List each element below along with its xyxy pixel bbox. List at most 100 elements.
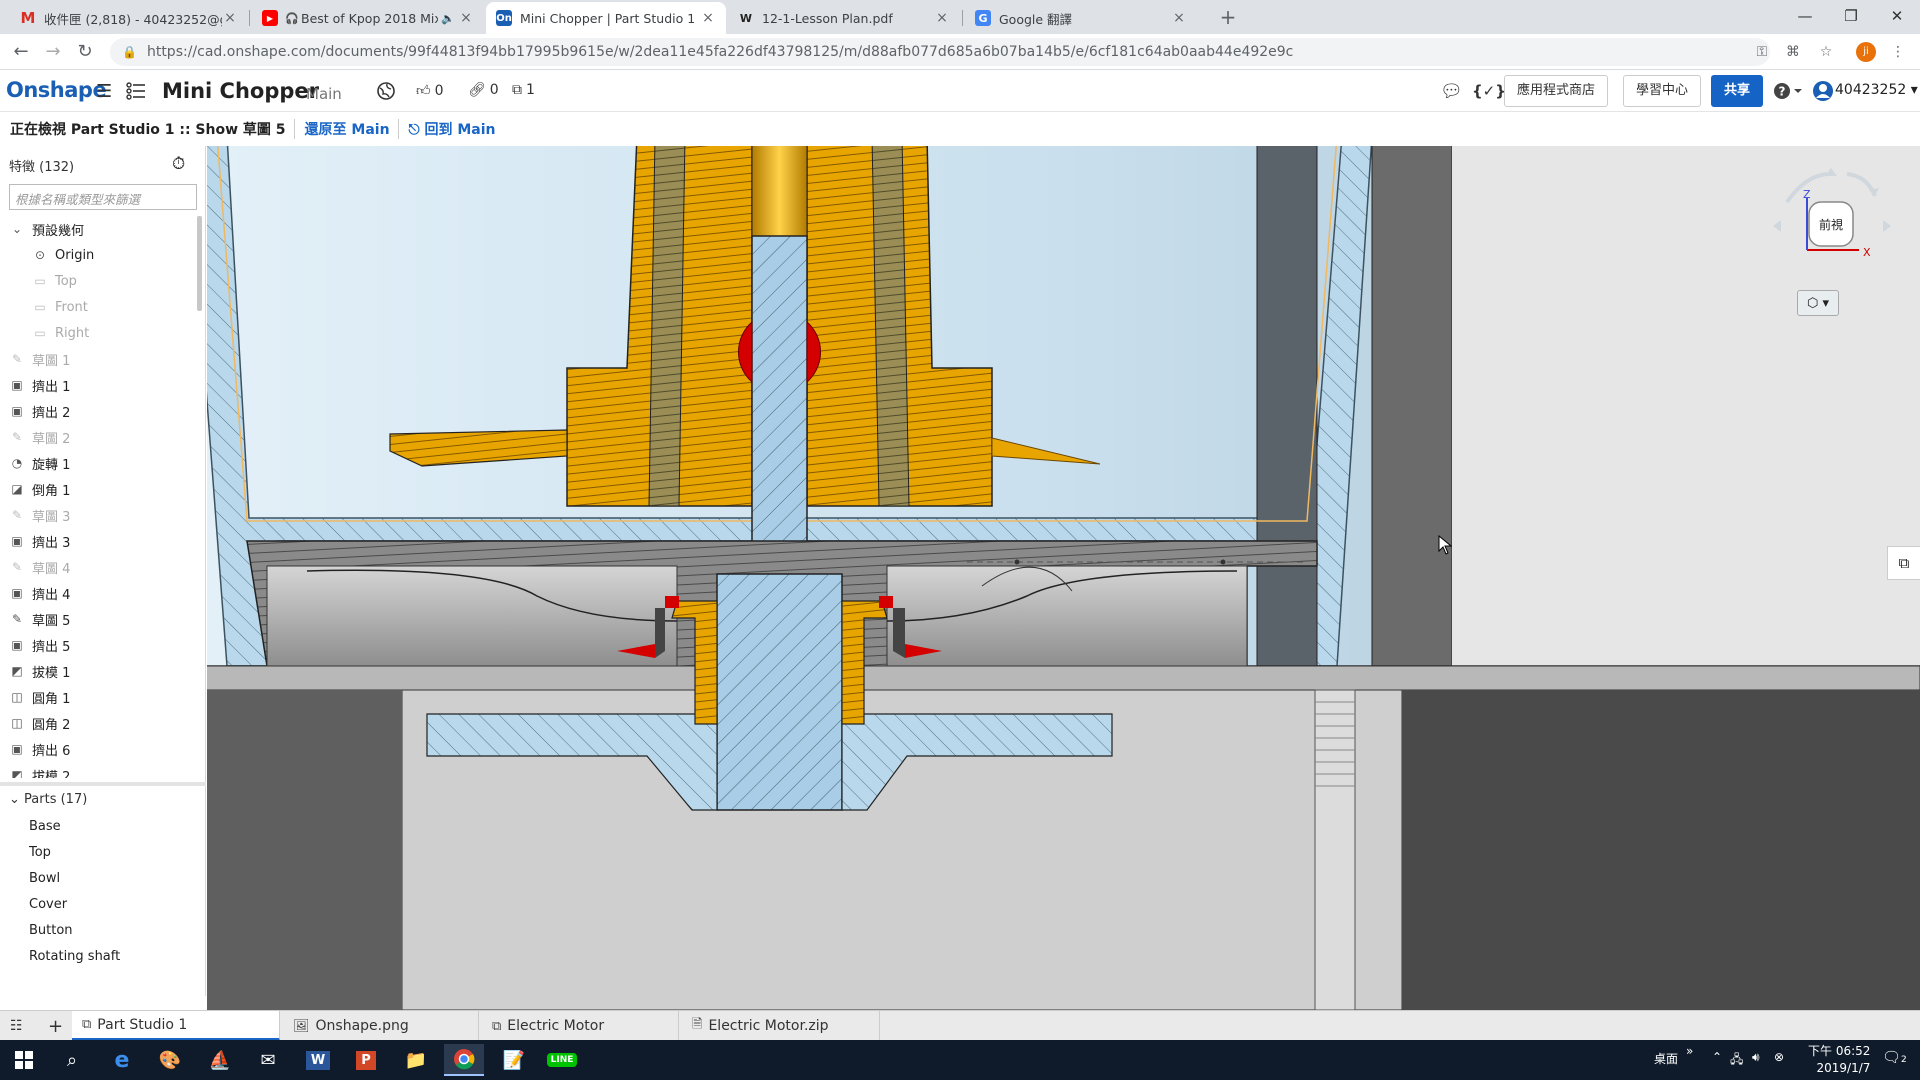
profile-avatar[interactable]: ji [1856, 42, 1876, 62]
line-icon[interactable]: LINE [542, 1044, 582, 1076]
feature-item[interactable]: ▣ 擠出 1 [0, 372, 196, 398]
speaker-icon[interactable]: 🔈 [441, 10, 455, 26]
feature-item[interactable]: ✎ 草圖 5 [0, 606, 196, 632]
browser-tab-pdf[interactable]: W 12-1-Lesson Plan.pdf × [728, 2, 960, 34]
add-tab-button[interactable]: + [38, 1011, 72, 1041]
powerpoint-icon[interactable]: P [346, 1044, 386, 1076]
feature-item[interactable]: ◩ 拔模 2 [0, 762, 196, 778]
restore-button[interactable]: ❐ [1828, 0, 1874, 34]
feature-item[interactable]: ▣ 擠出 6 [0, 736, 196, 762]
feature-item[interactable]: ▣ 擠出 3 [0, 528, 196, 554]
feature-item[interactable]: ▣ 擠出 4 [0, 580, 196, 606]
forward-button[interactable]: → [40, 40, 66, 66]
display-mode-dropdown[interactable]: ⬡ ▾ [1797, 290, 1839, 316]
chrome-menu-icon[interactable]: ⋮ [1888, 42, 1908, 62]
like-counter[interactable]: 👍︎ 0 [416, 82, 444, 100]
feature-item[interactable]: ▣ 擠出 2 [0, 398, 196, 424]
browser-tab-gmail[interactable]: M 收件匣 (2,818) - 40423252@gm × [10, 2, 248, 34]
feature-item[interactable]: ◫ 圓角 2 [0, 710, 196, 736]
parts-header[interactable]: ⌄ Parts (17) [9, 792, 87, 807]
notepad-icon[interactable]: 📝 [494, 1044, 534, 1076]
feature-item[interactable]: ✎ 草圖 1 [0, 346, 196, 372]
document-tab[interactable]: 🗎 Electric Motor.zip [682, 1011, 880, 1041]
network-icon[interactable]: 🖧 [1730, 1050, 1743, 1071]
close-tab-icon[interactable]: × [222, 10, 238, 26]
feature-list-scrollbar[interactable] [197, 216, 202, 311]
minimize-button[interactable]: — [1782, 0, 1828, 34]
browser-tab-translate[interactable]: G Google 翻譯 × [965, 2, 1197, 34]
view-cube-graphic[interactable]: 前視 X Z [1767, 164, 1897, 284]
part-item[interactable]: Cover [29, 892, 120, 918]
panel-splitter[interactable] [0, 782, 206, 786]
feature-item[interactable]: ▭ Right [0, 320, 196, 346]
reload-button[interactable]: ↻ [72, 40, 98, 66]
user-name[interactable]: 40423252 ▾ [1835, 82, 1918, 98]
close-tab-icon[interactable]: × [458, 10, 474, 26]
feature-item[interactable]: ✎ 草圖 2 [0, 424, 196, 450]
chrome-icon[interactable] [444, 1044, 484, 1076]
feature-item[interactable]: ◪ 倒角 1 [0, 476, 196, 502]
edge-icon[interactable]: e [102, 1044, 142, 1076]
part-item[interactable]: Button [29, 918, 120, 944]
part-item[interactable]: Bowl [29, 866, 120, 892]
feature-item[interactable]: ⊙ Origin [0, 242, 196, 268]
chevron-down-icon[interactable]: ⌄ [9, 222, 25, 236]
cad-viewport[interactable]: 前視 X Z ⬡ ▾ ⧉ [207, 146, 1920, 1010]
translate-page-icon[interactable]: ⌘ [1783, 42, 1803, 62]
feature-item[interactable]: ◩ 拔模 1 [0, 658, 196, 684]
bookmark-star-icon[interactable]: ☆ [1816, 42, 1836, 62]
feature-item[interactable]: ✎ 草圖 3 [0, 502, 196, 528]
search-icon[interactable]: ⌕ [52, 1044, 92, 1076]
file-explorer-icon[interactable]: 📁 [396, 1044, 436, 1076]
user-avatar-icon[interactable] [1812, 80, 1834, 102]
back-button[interactable]: ← [8, 40, 34, 66]
tray-app-icon[interactable]: ⊗ [1774, 1050, 1784, 1064]
rollback-timer-icon[interactable]: ⏱ [172, 154, 185, 174]
feature-item[interactable]: ▭ Front [0, 294, 196, 320]
back-to-main-link[interactable]: ⎋ 回到 Main [397, 119, 496, 139]
onshape-logo[interactable]: Onshape [6, 78, 107, 102]
feature-item[interactable]: ▭ Top [0, 268, 196, 294]
globe-icon[interactable] [376, 80, 396, 102]
browser-tab-onshape[interactable]: On Mini Chopper | Part Studio 1 × [486, 2, 726, 34]
system-clock[interactable]: 下午 06:52 2019/1/7 [1808, 1043, 1870, 1077]
app-icon[interactable]: ⛵ [200, 1044, 240, 1076]
comments-icon[interactable]: 💬︎ [1440, 80, 1463, 102]
document-tab[interactable]: ⧉ Part Studio 1 [72, 1011, 280, 1041]
feature-list-toggle-icon[interactable] [126, 80, 146, 102]
share-button[interactable]: 共享 [1711, 75, 1763, 107]
feature-item[interactable]: ◔ 旋轉 1 [0, 450, 196, 476]
paint-icon[interactable]: 🎨 [150, 1044, 190, 1076]
document-tab[interactable]: 🖼︎ Onshape.png [283, 1011, 479, 1041]
browser-tab-youtube[interactable]: ▶ 🎧 Best of Kpop 2018 Mix I 🔈 × [252, 2, 484, 34]
toolbar-overflow-icon[interactable]: » [1686, 1044, 1693, 1058]
document-tab[interactable]: ⧉ Electric Motor [482, 1011, 679, 1041]
volume-icon[interactable]: 🔊︎ [1752, 1050, 1760, 1065]
url-omnibox[interactable]: 🔒 https://cad.onshape.com/documents/99f4… [110, 38, 1770, 66]
close-window-button[interactable]: ✕ [1874, 0, 1920, 34]
learning-center-button[interactable]: 學習中心 [1623, 75, 1702, 107]
feature-item[interactable]: ▣ 擠出 5 [0, 632, 196, 658]
action-center-icon[interactable]: 🗨︎2 [1882, 1048, 1907, 1066]
new-tab-button[interactable]: + [1214, 4, 1242, 32]
feature-item[interactable]: ◫ 圓角 1 [0, 684, 196, 710]
section-view-graphics[interactable] [207, 146, 1920, 1010]
document-title[interactable]: Mini Chopper [162, 79, 319, 103]
key-icon[interactable]: ⚿ [1752, 42, 1772, 62]
configuration-panel-icon[interactable]: ⧉ [1887, 546, 1920, 580]
feature-filter-input[interactable]: 根據名稱或類型來篩選 [9, 184, 197, 210]
word-icon[interactable]: W [298, 1044, 338, 1076]
part-item[interactable]: Top [29, 840, 120, 866]
default-geometry-group[interactable]: ⌄ 預設幾何 [0, 216, 196, 242]
tab-manager-icon[interactable]: ☷ [0, 1011, 38, 1041]
tray-chevron-up-icon[interactable]: ⌃ [1712, 1050, 1722, 1064]
copy-counter[interactable]: ⧉ 1 [512, 82, 535, 98]
close-tab-icon[interactable]: × [934, 10, 950, 26]
part-item[interactable]: Base [29, 814, 120, 840]
desktop-toolbar-label[interactable]: 桌面 [1654, 1050, 1678, 1067]
link-counter[interactable]: 🔗︎ 0 [468, 82, 499, 98]
featurescript-icon[interactable]: {✓} [1472, 80, 1506, 102]
app-store-button[interactable]: 應用程式商店 [1504, 75, 1609, 107]
close-tab-icon[interactable]: × [1171, 10, 1187, 26]
close-tab-icon[interactable]: × [700, 10, 716, 26]
